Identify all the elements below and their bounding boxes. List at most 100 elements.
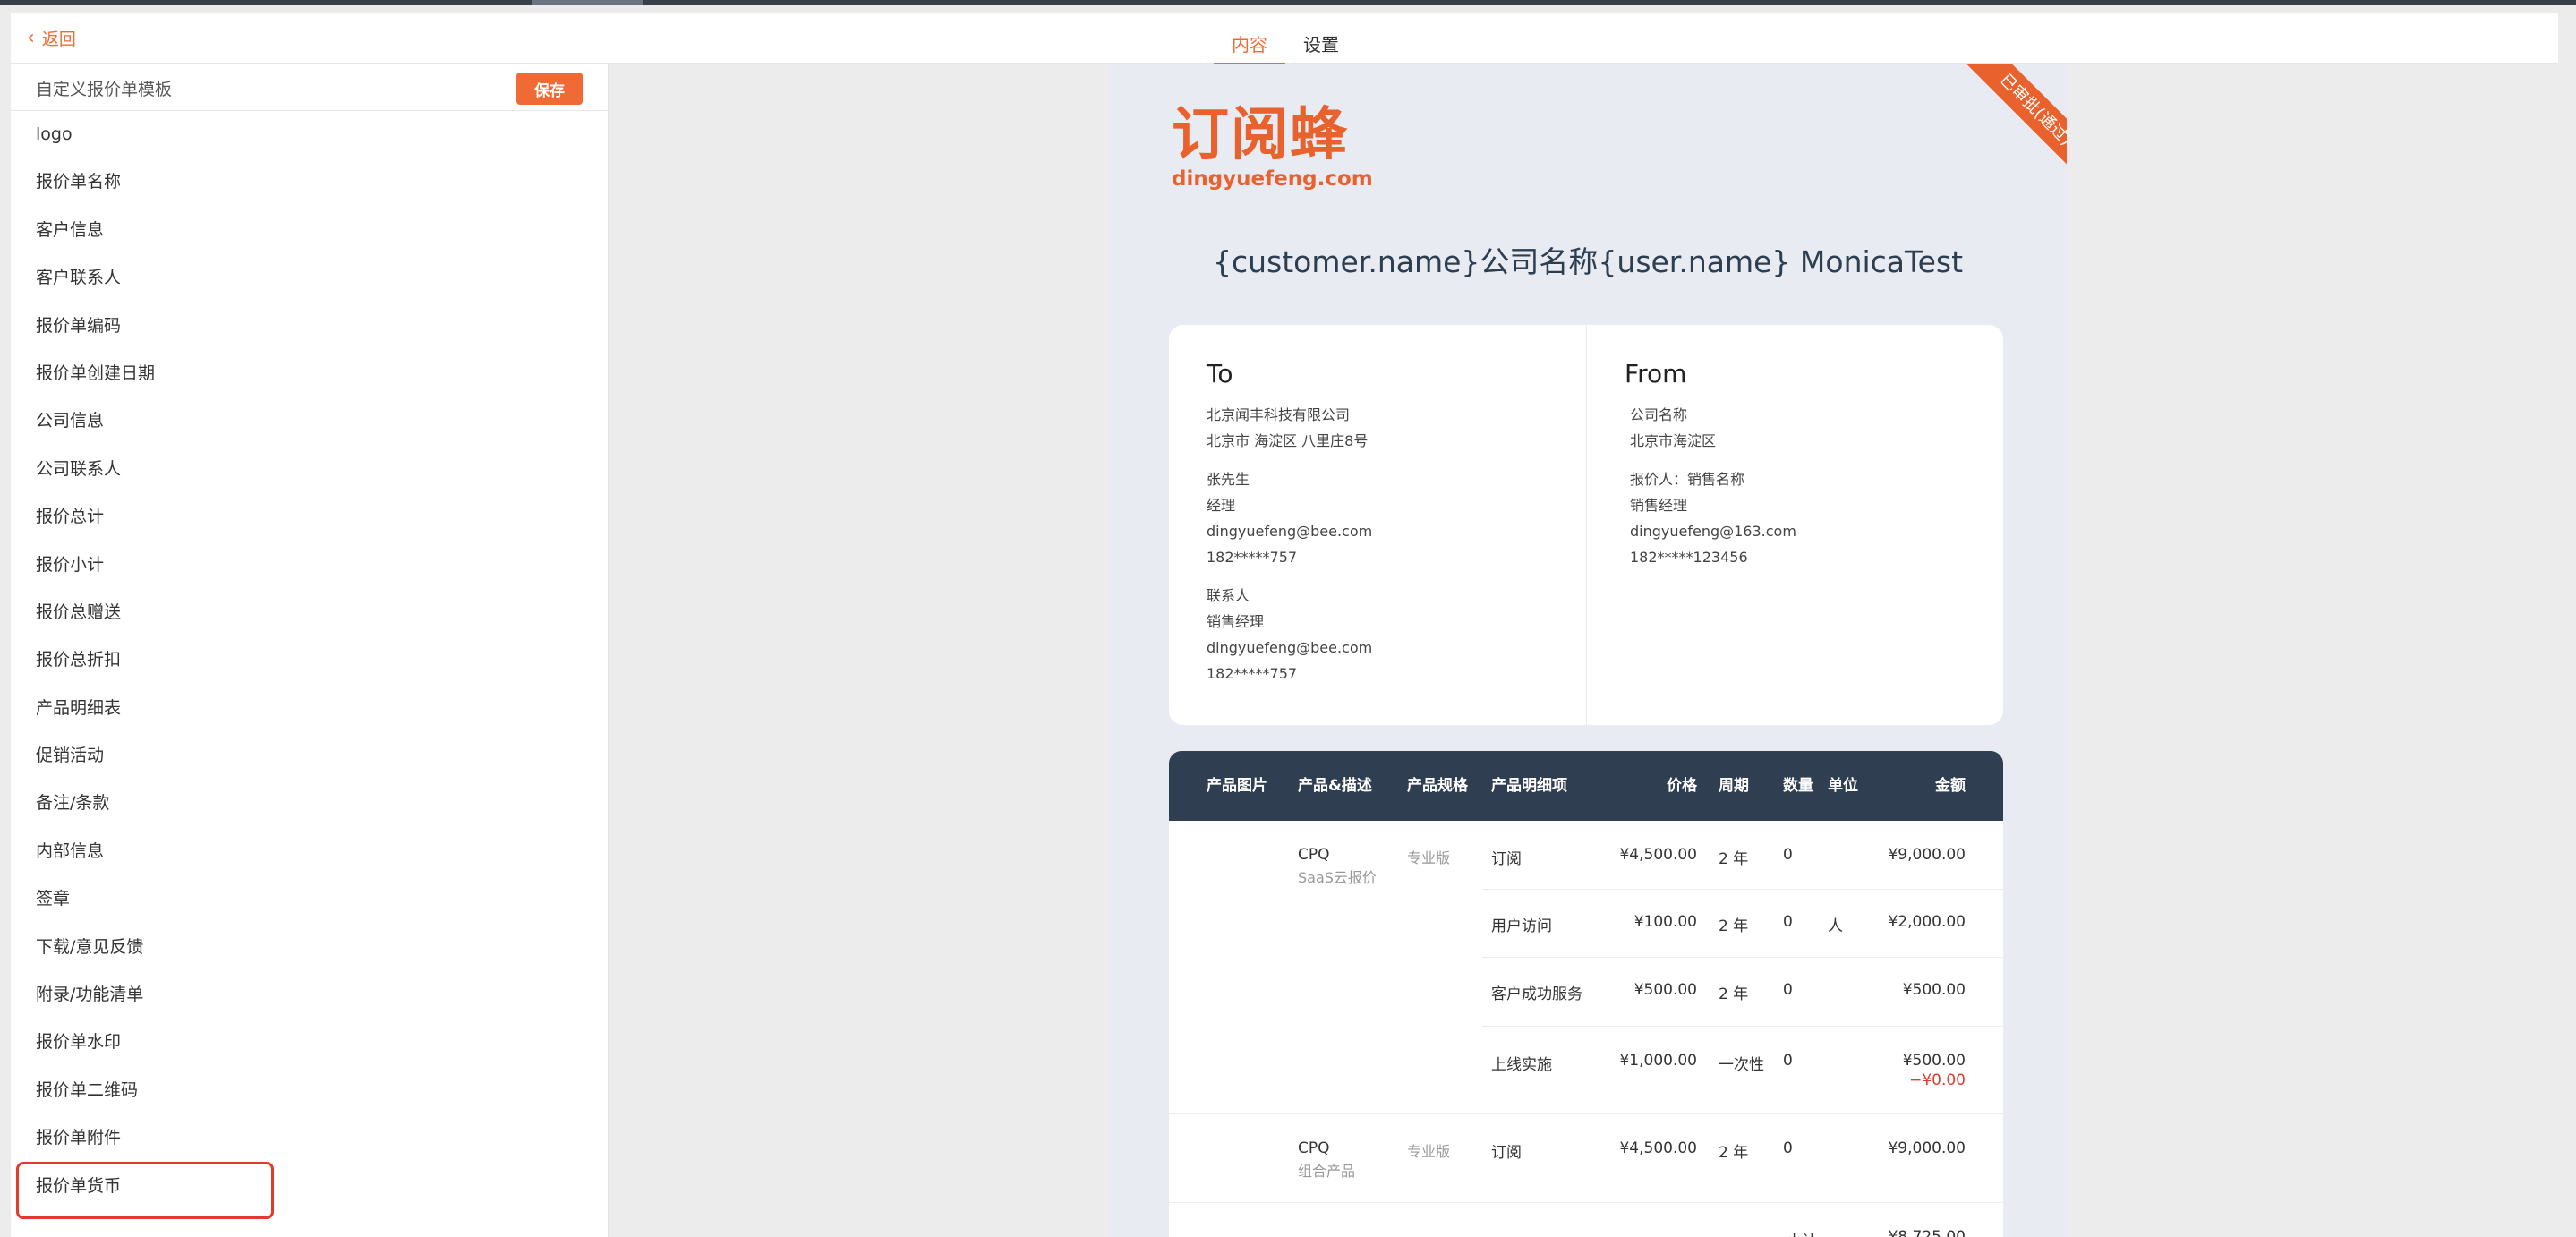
approval-status-label: 已审批(通过) [1958,64,2067,188]
amount-cell: ¥9,000.00 [1888,1139,1966,1157]
company-logo[interactable]: 订阅蜂 dingyuefeng.com [1172,107,1373,191]
table-row: 订阅 ¥4,500.00 2 年 0 ¥9,000.00 [1482,821,2003,890]
tab-bar: 内容 设置 [1214,13,1357,65]
from-role: 销售经理 [1630,497,1688,514]
sidebar-item-company-contact[interactable]: 公司联系人 [11,446,608,493]
subtotal-row: 小计 ¥8,725.00 [1169,1203,2003,1237]
sidebar-item-download-feedback[interactable]: 下载/意见反馈 [11,924,608,971]
sidebar-item-promotion[interactable]: 促销活动 [11,732,608,780]
to-contact-role: 经理 [1207,497,1236,514]
save-button[interactable]: 保存 [516,73,583,105]
sidebar-item-internal-info[interactable]: 内部信息 [11,828,608,875]
sidebar-item-total-discount[interactable]: 报价总折扣 [11,636,608,684]
address-card: To 北京闻丰科技有限公司 北京市 海淀区 八里庄8号 张先生 经理 dingy… [1169,325,2003,725]
sidebar-item-total-gift[interactable]: 报价总赠送 [11,589,608,636]
sidebar-item-quote-code[interactable]: 报价单编码 [11,303,608,350]
approval-ribbon: 已审批(通过) [1932,64,2067,198]
th-qty: 数量 [1783,777,1813,795]
sidebar-item-currency[interactable]: 报价单货币 [11,1161,608,1220]
app-window: ‹ 返回 内容 设置 自定义报价单模板 保存 logo 报价单名称 客户信息 客… [11,13,2558,1237]
price-cell: ¥4,500.00 [1619,1139,1697,1157]
qty-cell: 0 [1783,1052,1793,1070]
sidebar-item-watermark[interactable]: 报价单水印 [11,1019,608,1066]
sidebar-item-product-table[interactable]: 产品明细表 [11,685,608,732]
logo-text-cn: 订阅蜂 [1172,102,1349,168]
sidebar-item-attachments[interactable]: 报价单附件 [11,1114,608,1162]
table-header: 产品图片 产品&描述 产品规格 产品明细项 价格 周期 数量 单位 金额 [1169,751,2003,821]
sidebar-item-appendix[interactable]: 附录/功能清单 [11,971,608,1019]
qty-cell: 0 [1783,981,1793,999]
sidebar-item-signature[interactable]: 签章 [11,875,608,923]
quote-title[interactable]: {customer.name}公司名称{user.name} MonicaTes… [1109,238,2067,281]
sidebar-item-created-date[interactable]: 报价单创建日期 [11,350,608,397]
price-cell: ¥4,500.00 [1619,846,1697,864]
product-desc: 组合产品 [1298,1163,1356,1180]
product-name: CPQ [1298,1139,1330,1157]
sidebar-item-customer-contact[interactable]: 客户联系人 [11,254,608,302]
window-top-strip [0,0,2576,5]
sidebar-item-notes-terms[interactable]: 备注/条款 [11,780,608,827]
to-details: 北京闻丰科技有限公司 北京市 海淀区 八里庄8号 张先生 经理 dingyuef… [1207,402,1372,687]
price-cell: ¥100.00 [1633,913,1697,931]
th-period: 周期 [1719,777,1749,795]
qty-cell: 0 [1783,913,1793,931]
detail-cell: 用户访问 [1491,917,1552,935]
back-button[interactable]: ‹ 返回 [27,26,76,50]
to-heading: To [1207,359,1233,388]
sidebar-item-qrcode[interactable]: 报价单二维码 [11,1067,608,1114]
preview-canvas: 已审批(通过) 订阅蜂 dingyuefeng.com {customer.na… [609,64,2558,1237]
tab-settings[interactable]: 设置 [1285,13,1357,63]
th-amount: 金额 [1935,777,1966,795]
sidebar-list: logo 报价单名称 客户信息 客户联系人 报价单编码 报价单创建日期 公司信息… [11,111,608,1220]
from-section[interactable]: From 公司名称 北京市海淀区 报价人：销售名称 销售经理 dingyuefe… [1587,325,2003,725]
from-email: dingyuefeng@163.com [1630,523,1796,540]
period-cell: 2 年 [1719,1144,1749,1162]
th-product: 产品&描述 [1298,777,1372,795]
tab-content[interactable]: 内容 [1214,13,1285,65]
th-spec: 产品规格 [1407,777,1468,795]
table-row: 客户成功服务 ¥500.00 2 年 0 ¥500.00 [1482,958,2003,1027]
table-row: 上线实施 ¥1,000.00 一次性 0 ¥500.00 −¥0.00 [1482,1027,2003,1113]
period-cell: 一次性 [1719,1056,1764,1074]
subtotal-value: ¥8,725.00 [1888,1228,1966,1237]
period-cell: 2 年 [1719,917,1749,935]
chevron-left-icon: ‹ [27,26,35,49]
to-contact2-phone: 182*****757 [1207,665,1298,682]
product-table[interactable]: 产品图片 产品&描述 产品规格 产品明细项 价格 周期 数量 单位 金额 CPQ… [1169,751,2003,1237]
to-contact2-email: dingyuefeng@bee.com [1207,639,1373,656]
from-quoter: 报价人：销售名称 [1630,471,1745,488]
price-cell: ¥1,000.00 [1619,1052,1697,1070]
quote-document: 已审批(通过) 订阅蜂 dingyuefeng.com {customer.na… [1109,64,2067,1237]
price-cell: ¥500.00 [1633,981,1697,999]
qty-cell: 0 [1783,846,1793,864]
from-phone: 182*****123456 [1630,549,1748,566]
product-group-2: CPQ 组合产品 专业版 订阅 ¥4,500.00 2 年 0 ¥9,000.0… [1169,1114,2003,1203]
to-address: 北京市 海淀区 八里庄8号 [1207,432,1369,449]
to-contact-name: 张先生 [1207,471,1250,488]
detail-cell: 上线实施 [1491,1056,1552,1074]
to-contact-phone: 182*****757 [1207,549,1298,566]
sidebar-title: 自定义报价单模板 [36,80,173,99]
sidebar-item-logo[interactable]: logo [11,111,608,158]
sidebar-item-customer-info[interactable]: 客户信息 [11,207,608,254]
qty-cell: 0 [1783,1139,1793,1157]
sidebar-item-quote-subtotal[interactable]: 报价小计 [11,542,608,589]
sidebar-item-company-info[interactable]: 公司信息 [11,397,608,445]
back-label: 返回 [41,30,76,49]
product-spec: 专业版 [1407,1143,1451,1160]
sidebar-item-quote-total[interactable]: 报价总计 [11,493,608,541]
amount-cell: ¥500.00 [1902,1052,1966,1070]
unit-cell: 人 [1828,917,1843,935]
detail-cell: 订阅 [1491,850,1522,868]
to-contact-email: dingyuefeng@bee.com [1207,523,1373,540]
amount-cell: ¥9,000.00 [1888,846,1966,864]
sidebar-item-quote-name[interactable]: 报价单名称 [11,158,608,206]
amount-cell: ¥2,000.00 [1888,913,1966,931]
to-section[interactable]: To 北京闻丰科技有限公司 北京市 海淀区 八里庄8号 张先生 经理 dingy… [1169,325,1587,725]
product-name: CPQ [1298,846,1330,864]
product-spec: 专业版 [1407,849,1451,866]
period-cell: 2 年 [1719,985,1749,1003]
from-heading: From [1625,359,1687,388]
